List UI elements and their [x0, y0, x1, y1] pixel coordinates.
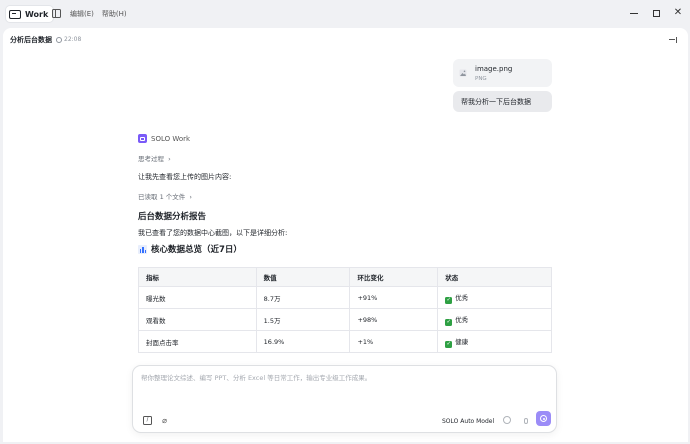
table-cell-status: ✓ 健康: [437, 330, 552, 353]
send-button[interactable]: [536, 411, 551, 426]
table-header-cell: 状态: [437, 267, 552, 287]
header-time-text: 22:08: [64, 36, 82, 43]
clock-icon: [56, 36, 62, 43]
table-header-cell: 指标: [138, 267, 257, 287]
table-header-cell: 环比变化: [349, 267, 439, 287]
attachment-card[interactable]: image.png PNG: [453, 59, 552, 87]
send-icon: [540, 415, 547, 422]
table-cell: 8.7万: [256, 286, 351, 309]
chevron-right-icon: ›: [166, 155, 171, 163]
solo-avatar-icon: [138, 134, 147, 143]
title-bar: Work 编辑(E) 帮助(H) ✕: [0, 0, 690, 28]
table-cell: 16.9%: [256, 330, 351, 353]
composer: / ⌀ SOLO Auto Model: [132, 365, 557, 433]
chat-panel: 分析后台数据 22:08 image.png PNG 帮我分析一下后台数据 SO…: [3, 28, 688, 442]
minimize-icon: [630, 12, 638, 14]
chevron-right-icon: ›: [187, 193, 193, 201]
page-title: 分析后台数据: [10, 36, 52, 44]
tools-icon[interactable]: [503, 416, 511, 424]
status-text: 优秀: [455, 293, 469, 302]
menu-item-edit[interactable]: 编辑(E): [70, 9, 94, 19]
app-switcher[interactable]: Work: [6, 6, 54, 22]
table-row: 封面点击率 16.9% +1% ✓ 健康: [138, 330, 552, 353]
assistant-name: SOLO Work: [151, 134, 191, 143]
table-cell: 封面点击率: [138, 330, 257, 353]
check-icon: ✓: [445, 296, 453, 304]
header-time: 22:08: [56, 36, 81, 43]
microphone-icon[interactable]: [521, 416, 530, 425]
paperclip-icon[interactable]: ⌀: [160, 416, 169, 425]
thinking-label: 思考过程: [138, 155, 164, 163]
image-file-icon: [459, 69, 467, 77]
section-title: 核心数据总览（近7日）: [138, 243, 242, 255]
table-cell: 曝光数: [138, 286, 257, 309]
table-cell: +1%: [349, 330, 439, 353]
read-files-label: 已读取 1 个文件: [138, 193, 186, 201]
menu-item-help[interactable]: 帮助(H): [102, 9, 127, 19]
sidebar-toggle-icon[interactable]: [52, 9, 61, 18]
bar-chart-icon: [138, 244, 147, 254]
check-icon: ✓: [445, 318, 453, 326]
read-files-toggle[interactable]: 已读取 1 个文件 ›: [138, 191, 192, 201]
data-table: 指标 数值 环比变化 状态 曝光数 8.7万 +91% ✓ 优秀 观看数 1.5万…: [138, 267, 552, 353]
app-name: Work: [25, 9, 49, 19]
table-header-row: 指标 数值 环比变化 状态: [138, 267, 552, 287]
close-icon: ✕: [673, 7, 683, 18]
menu-bar: 编辑(E) 帮助(H): [70, 9, 127, 19]
thinking-toggle[interactable]: 思考过程 ›: [138, 153, 171, 163]
status-text: 优秀: [455, 315, 469, 324]
assistant-header: SOLO Work: [138, 134, 190, 143]
table-header-cell: 数值: [256, 267, 351, 287]
table-row: 观看数 1.5万 +98% ✓ 优秀: [138, 308, 552, 331]
message-input[interactable]: [141, 374, 546, 382]
report-title: 后台数据分析报告: [138, 212, 207, 222]
report-intro: 我已查看了您的数据中心截图，以下是详细分析:: [138, 229, 288, 237]
expand-panel-icon[interactable]: [669, 37, 677, 43]
table-cell-status: ✓ 优秀: [437, 286, 552, 309]
skill-icon[interactable]: /: [143, 416, 152, 425]
user-message: 帮我分析一下后台数据: [453, 91, 552, 112]
chat-header: 分析后台数据 22:08: [3, 28, 688, 52]
table-cell: +98%: [349, 308, 439, 331]
maximize-button[interactable]: [650, 7, 662, 19]
table-cell: 观看数: [138, 308, 257, 331]
check-icon: ✓: [445, 340, 453, 348]
table-cell: +91%: [349, 286, 439, 309]
model-selector[interactable]: SOLO Auto Model: [442, 418, 494, 425]
status-text: 健康: [455, 337, 469, 346]
work-logo-icon: [9, 9, 21, 19]
maximize-icon: [652, 9, 660, 17]
section-title-text: 核心数据总览（近7日）: [151, 245, 242, 255]
minimize-button[interactable]: [628, 7, 640, 19]
table-cell-status: ✓ 优秀: [437, 308, 552, 331]
table-cell: 1.5万: [256, 308, 351, 331]
attachment-type: PNG: [475, 76, 487, 82]
attachment-name: image.png: [475, 65, 513, 73]
table-row: 曝光数 8.7万 +91% ✓ 优秀: [138, 286, 552, 309]
assistant-intro: 让我先查看您上传的图片内容:: [138, 173, 232, 181]
close-button[interactable]: ✕: [672, 7, 684, 19]
